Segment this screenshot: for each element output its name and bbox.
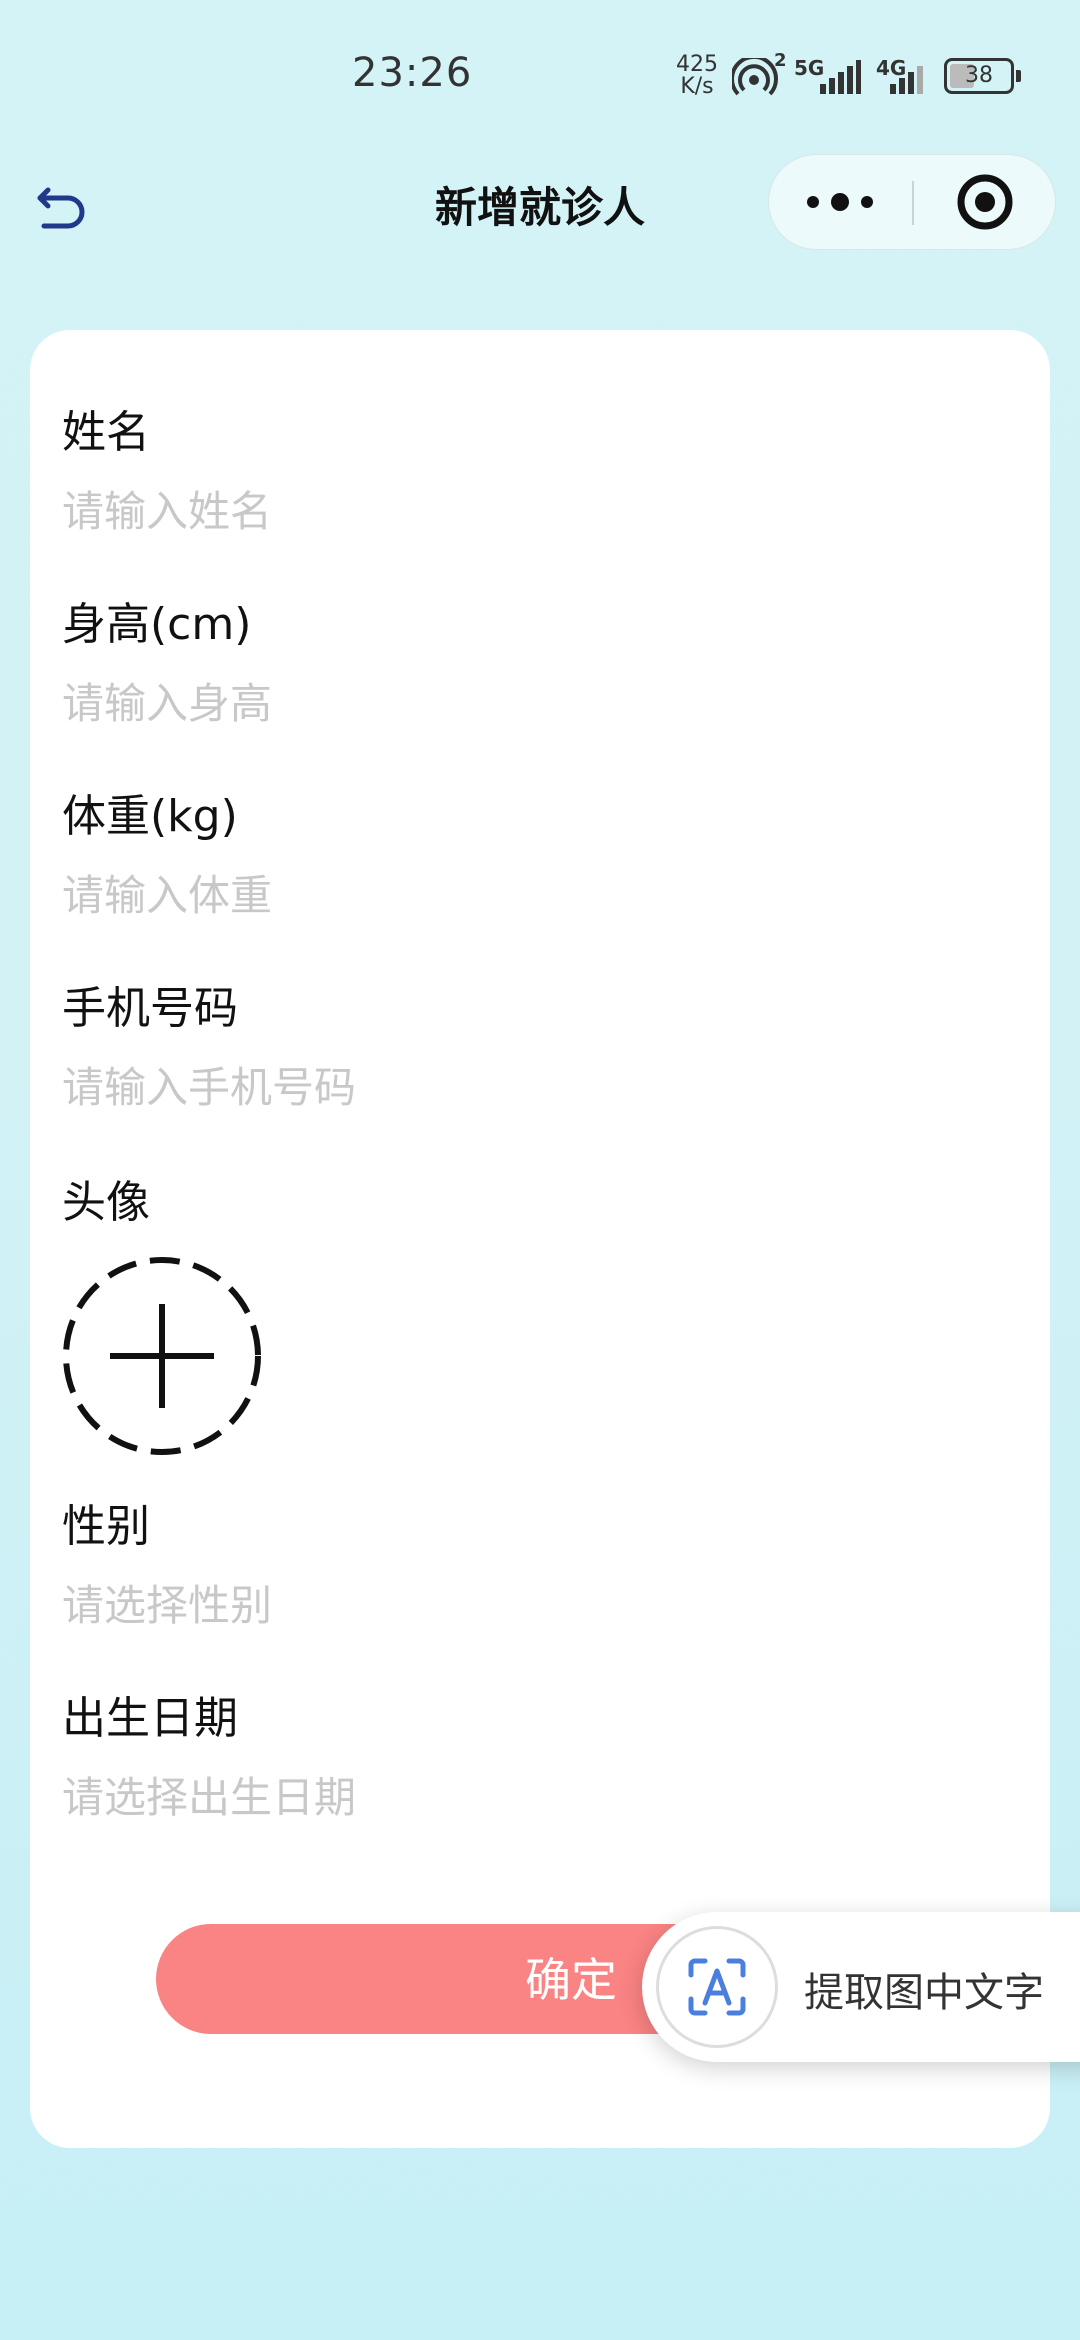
close-miniprogram-button[interactable] — [915, 155, 1055, 249]
name-input[interactable] — [62, 476, 962, 546]
weight-label: 体重(kg) — [62, 791, 238, 842]
text-scan-button[interactable] — [656, 1926, 778, 2048]
add-circle-icon — [63, 1257, 261, 1455]
extract-text-bubble[interactable]: 提取图中文字 — [642, 1912, 1080, 2062]
status-bar: 23:26 425 K/s 2 5G 4G 38 — [0, 0, 1080, 150]
status-time: 23:26 — [352, 50, 473, 96]
weight-input[interactable] — [62, 860, 962, 930]
phone-input[interactable] — [62, 1052, 962, 1122]
miniprogram-capsule — [768, 154, 1056, 250]
birth-date-label: 出生日期 — [62, 1693, 238, 1744]
avatar-label: 头像 — [62, 1177, 150, 1228]
more-button[interactable] — [769, 155, 911, 249]
gender-picker[interactable] — [62, 1570, 962, 1640]
height-input[interactable] — [62, 668, 962, 738]
name-label: 姓名 — [62, 407, 150, 458]
text-scan-icon — [688, 1958, 746, 2016]
network-speed-unit: K/s — [680, 74, 714, 99]
network-speed-value: 425 — [676, 52, 718, 77]
avatar-upload-button[interactable] — [62, 1256, 262, 1456]
gender-label: 性别 — [62, 1501, 150, 1552]
sim1-signal-icon — [818, 58, 862, 100]
hotspot-count: 2 — [774, 50, 787, 71]
height-label: 身高(cm) — [62, 599, 252, 650]
birth-date-picker[interactable] — [62, 1762, 962, 1832]
more-dots-icon — [807, 193, 873, 211]
phone-label: 手机号码 — [62, 983, 238, 1034]
patient-form-card: 姓名 身高(cm) 体重(kg) 手机号码 头像 性别 出生日期 确定 — [30, 330, 1050, 2148]
sim2-signal-icon — [888, 58, 932, 100]
battery-icon: 38 — [944, 58, 1014, 94]
extract-text-label: 提取图中文字 — [804, 1970, 1044, 2016]
target-close-icon — [957, 174, 1013, 230]
network-speed: 425 K/s — [676, 54, 718, 98]
battery-level: 38 — [965, 63, 993, 88]
